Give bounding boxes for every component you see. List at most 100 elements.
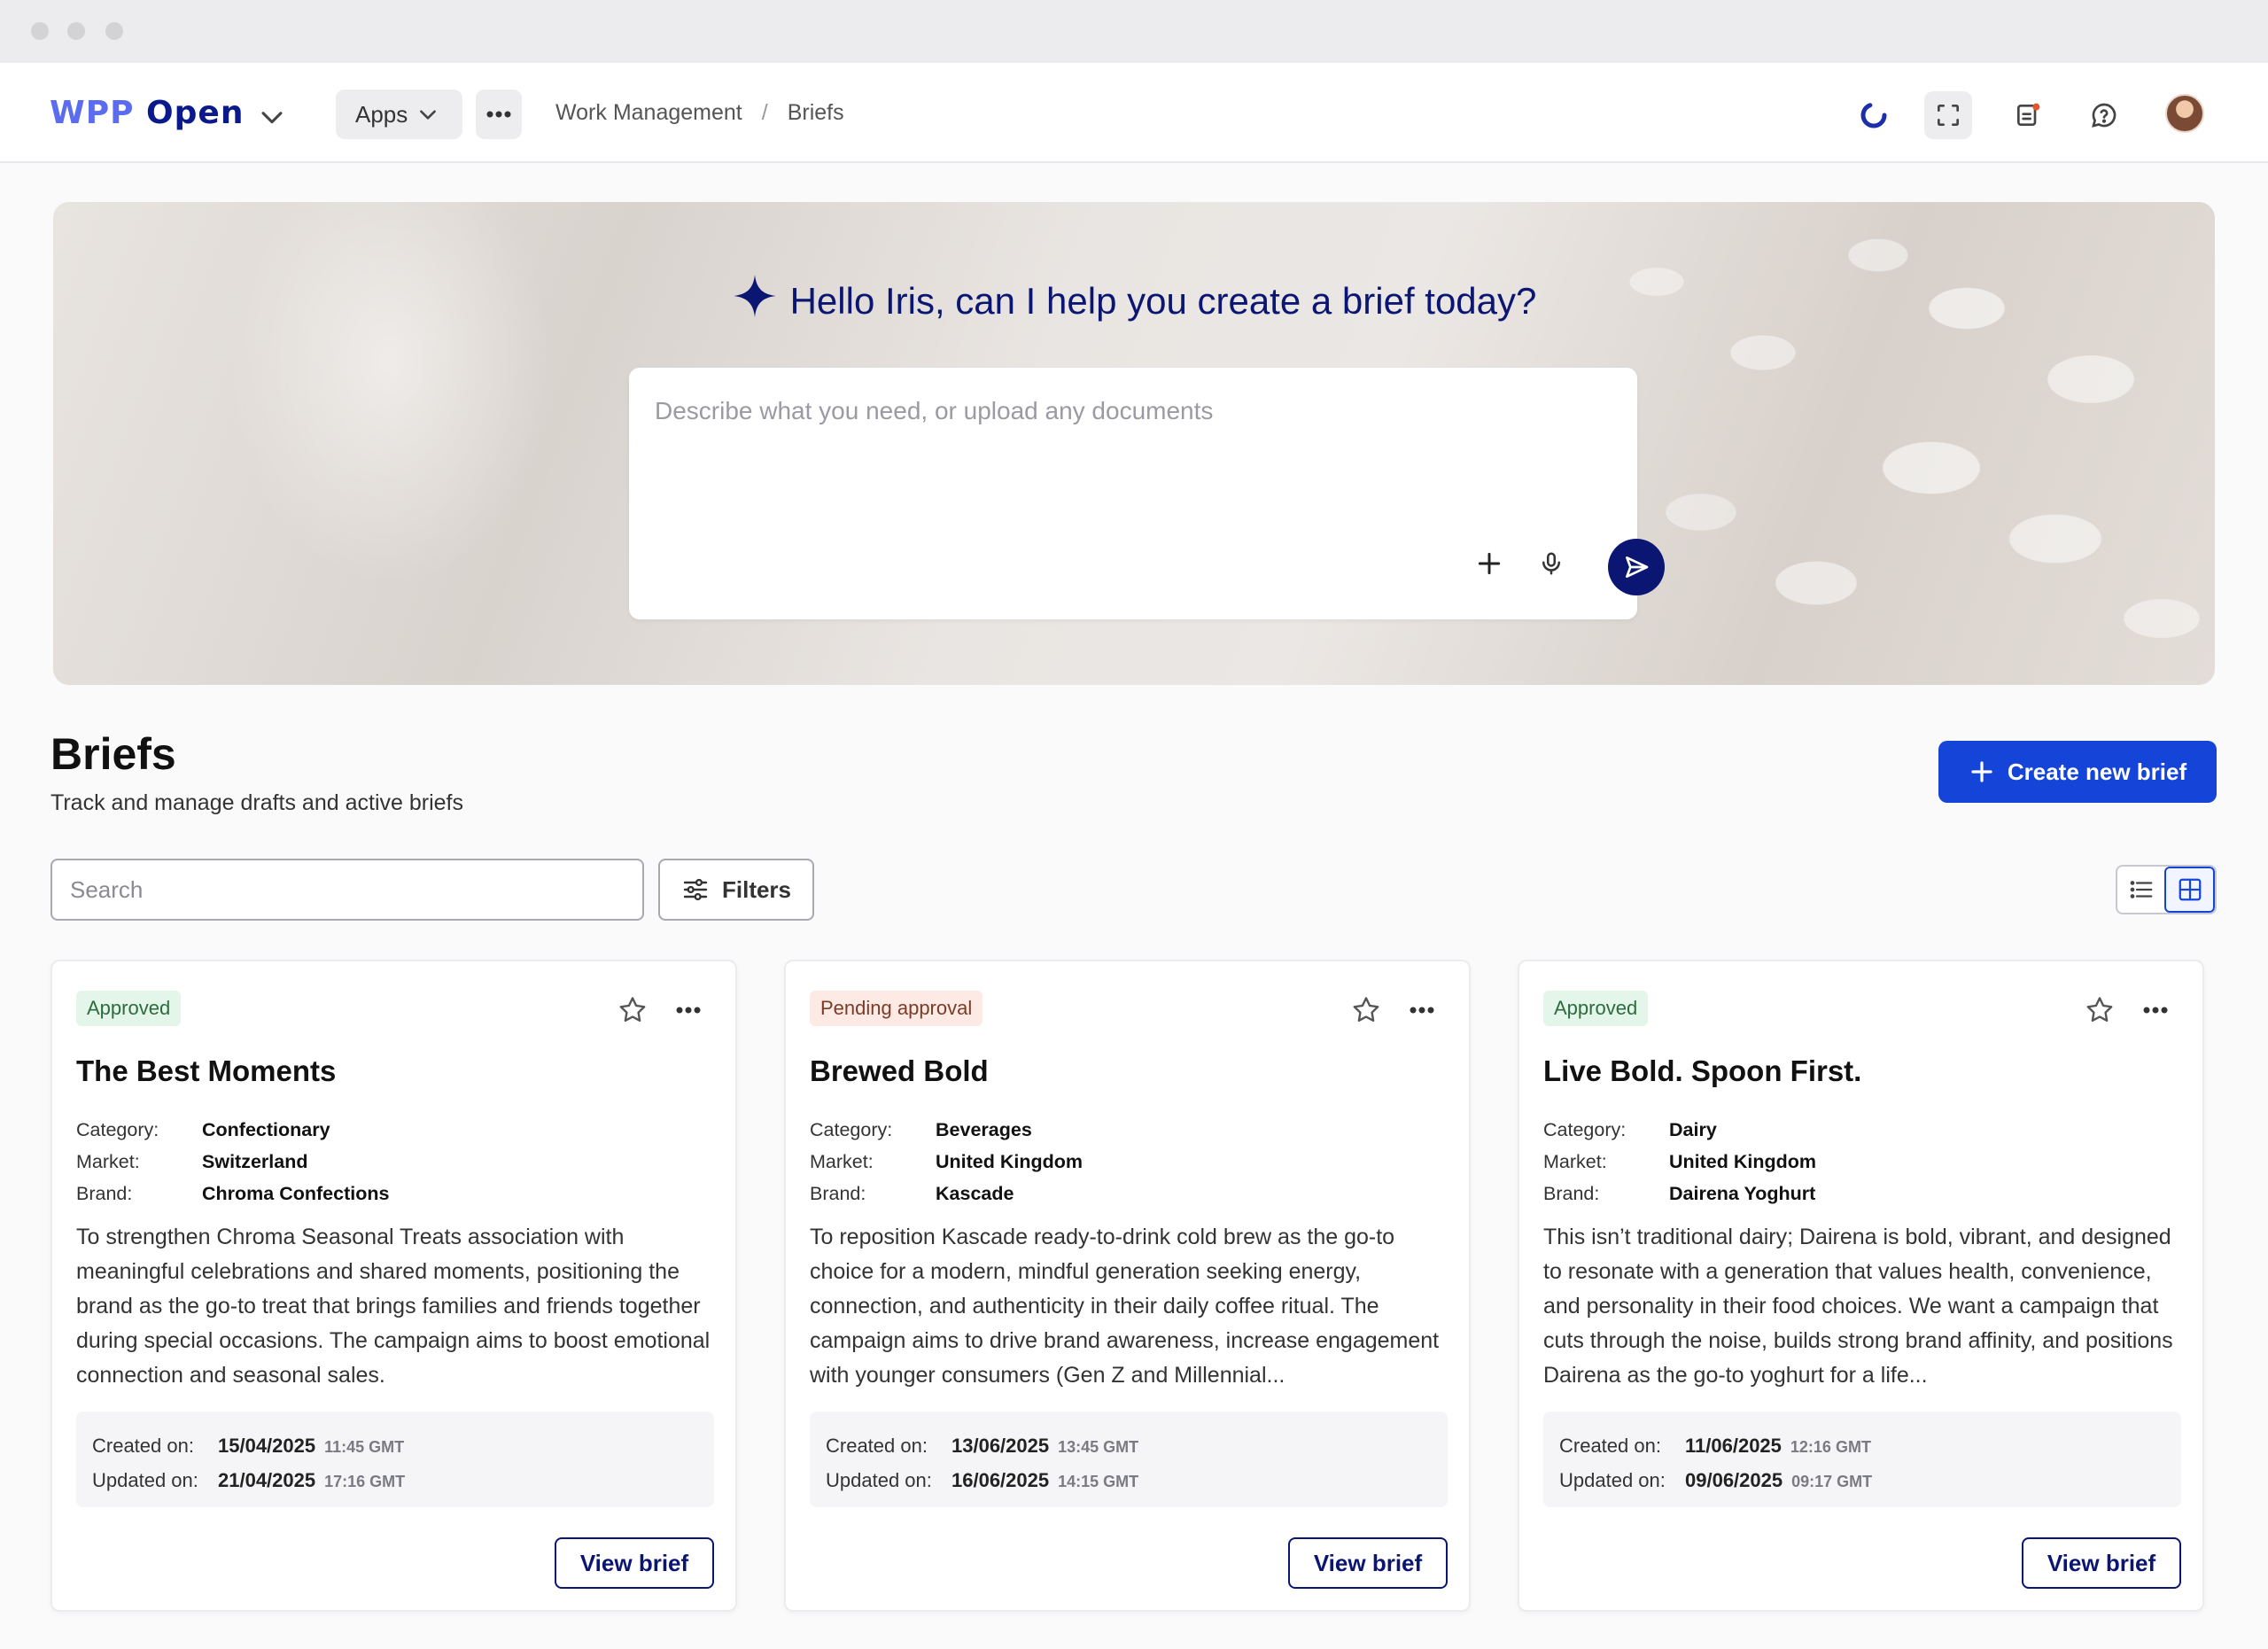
brand-value: Dairena Yoghurt	[1669, 1183, 1816, 1204]
view-brief-button[interactable]: View brief	[555, 1537, 714, 1589]
search-input[interactable]	[50, 859, 644, 921]
brief-card[interactable]: Approved Live Bold. Spoon First. Categor…	[1518, 960, 2204, 1612]
favorite-star-icon[interactable]	[1350, 994, 1382, 1026]
screen-capture-icon	[1938, 105, 1959, 126]
grid-icon	[2179, 878, 2201, 901]
brand-value: Kascade	[936, 1183, 1014, 1204]
created-date: 13/06/2025	[951, 1435, 1050, 1457]
voice-input-button[interactable]	[1531, 543, 1572, 584]
loading-status-button[interactable]	[1850, 91, 1898, 139]
sparkle-icon	[733, 275, 776, 317]
create-label: Create new brief	[2007, 758, 2187, 785]
brief-card[interactable]: Approved The Best Moments Category: Confe…	[50, 960, 737, 1612]
favorite-star-icon[interactable]	[2084, 994, 2116, 1026]
created-label: Created on:	[92, 1435, 194, 1457]
notifications-button[interactable]	[2004, 91, 2052, 139]
market-value: United Kingdom	[936, 1151, 1084, 1172]
filters-label: Filters	[721, 875, 792, 903]
created-time: 12:16 GMT	[1790, 1438, 1871, 1456]
brand-label: Brand:	[1543, 1183, 1600, 1204]
created-label: Created on:	[826, 1435, 928, 1457]
created-time: 11:45 GMT	[324, 1438, 405, 1456]
card-description: This isn’t traditional dairy; Dairena is…	[1543, 1225, 2173, 1388]
page-subtitle: Track and manage drafts and active brief…	[50, 790, 463, 815]
wpp-open-logo[interactable]: WPP Open	[50, 95, 244, 132]
window-titlebar	[0, 0, 2268, 63]
greeting-text: Hello Iris, can I help you create a brie…	[789, 280, 1537, 322]
grid-view-button[interactable]	[2164, 867, 2215, 913]
card-description: To strengthen Chroma Seasonal Treats ass…	[76, 1225, 711, 1388]
status-badge: Approved	[76, 991, 182, 1026]
list-view-button[interactable]	[2117, 867, 2164, 913]
updated-time: 14:15 GMT	[1058, 1473, 1139, 1490]
brand-label: Brand:	[76, 1183, 133, 1204]
category-label: Category:	[810, 1119, 893, 1140]
more-horizontal-icon	[2143, 1007, 2168, 1014]
top-navigation: WPP Open Apps Work Management / Briefs	[0, 63, 2268, 163]
microphone-icon	[1542, 552, 1560, 575]
prompt-placeholder: Describe what you need, or upload any do…	[655, 397, 1214, 424]
help-icon	[2092, 103, 2117, 128]
brand-value: Chroma Confections	[202, 1183, 390, 1204]
updated-time: 17:16 GMT	[324, 1473, 406, 1490]
card-dates: Created on: 15/04/2025 11:45 GMT Updated o…	[76, 1412, 714, 1507]
breadcrumb: Work Management / Briefs	[555, 100, 844, 126]
card-dates: Created on: 11/06/2025 12:16 GMT Updated o…	[1543, 1412, 2181, 1507]
plus-icon	[1971, 761, 1992, 782]
hero-greeting: Hello Iris, can I help you create a brie…	[53, 273, 2215, 323]
status-badge: Pending approval	[810, 991, 983, 1026]
help-button[interactable]	[2080, 91, 2128, 139]
more-options-button[interactable]	[476, 89, 522, 139]
add-attachment-button[interactable]	[1469, 543, 1510, 584]
hero-banner: Hello Iris, can I help you create a brie…	[53, 202, 2215, 685]
brief-card[interactable]: Pending approval Brewed Bold Category: Be…	[784, 960, 1471, 1612]
notification-icon	[2017, 103, 2040, 126]
market-label: Market:	[810, 1151, 874, 1172]
list-icon	[2130, 881, 2152, 898]
card-more-button[interactable]	[1404, 994, 1440, 1026]
breadcrumb-briefs[interactable]: Briefs	[788, 100, 844, 126]
window-maximize-dot[interactable]	[105, 22, 123, 40]
chevron-down-icon	[420, 110, 437, 120]
user-avatar[interactable]	[2165, 94, 2204, 133]
page-title: Briefs	[50, 729, 176, 779]
create-new-brief-button[interactable]: Create new brief	[1938, 741, 2217, 803]
created-date: 11/06/2025	[1685, 1435, 1782, 1457]
more-horizontal-icon	[486, 111, 511, 118]
market-label: Market:	[1543, 1151, 1607, 1172]
more-horizontal-icon	[1410, 1007, 1434, 1014]
brand-label: Brand:	[810, 1183, 866, 1204]
card-meta: Category: Dairy Market: United Kingdom Bra…	[1543, 1114, 1816, 1210]
apps-button[interactable]: Apps	[336, 89, 462, 139]
category-label: Category:	[1543, 1119, 1627, 1140]
card-meta: Category: Beverages Market: United Kingdom…	[810, 1114, 1083, 1210]
card-title: Brewed Bold	[810, 1054, 989, 1087]
apps-label: Apps	[355, 100, 408, 128]
updated-label: Updated on:	[92, 1469, 198, 1491]
view-brief-button[interactable]: View brief	[1288, 1537, 1448, 1589]
category-value: Dairy	[1669, 1119, 1717, 1140]
updated-date: 21/04/2025	[218, 1469, 316, 1491]
screen-capture-button[interactable]	[1924, 91, 1972, 139]
breadcrumb-work-management[interactable]: Work Management	[555, 100, 742, 126]
breadcrumb-separator: /	[761, 100, 768, 125]
view-brief-button[interactable]: View brief	[2022, 1537, 2181, 1589]
card-dates: Created on: 13/06/2025 13:45 GMT Updated o…	[810, 1412, 1448, 1507]
send-button[interactable]	[1608, 539, 1665, 595]
more-horizontal-icon	[676, 1007, 701, 1014]
card-more-button[interactable]	[2138, 994, 2173, 1026]
created-date: 15/04/2025	[218, 1435, 316, 1457]
window-close-dot[interactable]	[31, 22, 49, 40]
updated-date: 09/06/2025	[1685, 1469, 1783, 1491]
created-time: 13:45 GMT	[1058, 1438, 1139, 1456]
filters-button[interactable]: Filters	[658, 859, 814, 921]
updated-date: 16/06/2025	[951, 1469, 1050, 1491]
favorite-star-icon[interactable]	[617, 994, 649, 1026]
chevron-down-icon[interactable]	[257, 102, 287, 132]
category-value: Beverages	[936, 1119, 1032, 1140]
category-value: Confectionary	[202, 1119, 330, 1140]
status-badge: Approved	[1543, 991, 1649, 1026]
window-minimize-dot[interactable]	[67, 22, 85, 40]
prompt-input[interactable]: Describe what you need, or upload any do…	[629, 368, 1665, 619]
card-more-button[interactable]	[671, 994, 706, 1026]
